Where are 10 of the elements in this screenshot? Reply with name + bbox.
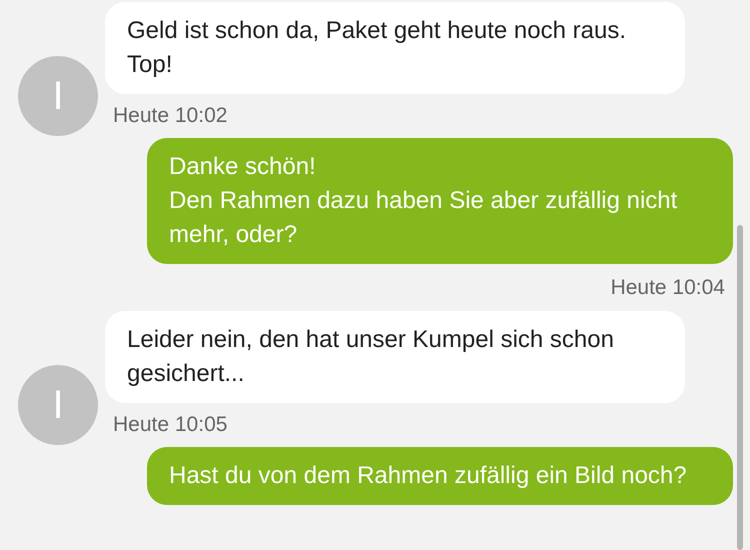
- message-bubble: Geld ist schon da, Paket geht heute noch raus. Top!: [105, 2, 685, 94]
- timestamp: Heute 10:05: [112, 413, 228, 437]
- message-bubble: Danke schön! Den Rahmen dazu haben Sie aber zufällig nicht mehr, oder?: [147, 138, 733, 264]
- timestamp: Heute 10:02: [112, 104, 228, 128]
- message-bubble: Leider nein, den hat unser Kumpel sich schon gesichert...: [105, 311, 685, 403]
- message-bubble: Hast du von dem Rahmen zufällig ein Bild noch?: [147, 447, 733, 505]
- timestamp: Heute 10:04: [610, 276, 726, 300]
- avatar: I: [18, 56, 98, 136]
- scrollbar[interactable]: [737, 225, 743, 550]
- avatar: I: [18, 365, 98, 445]
